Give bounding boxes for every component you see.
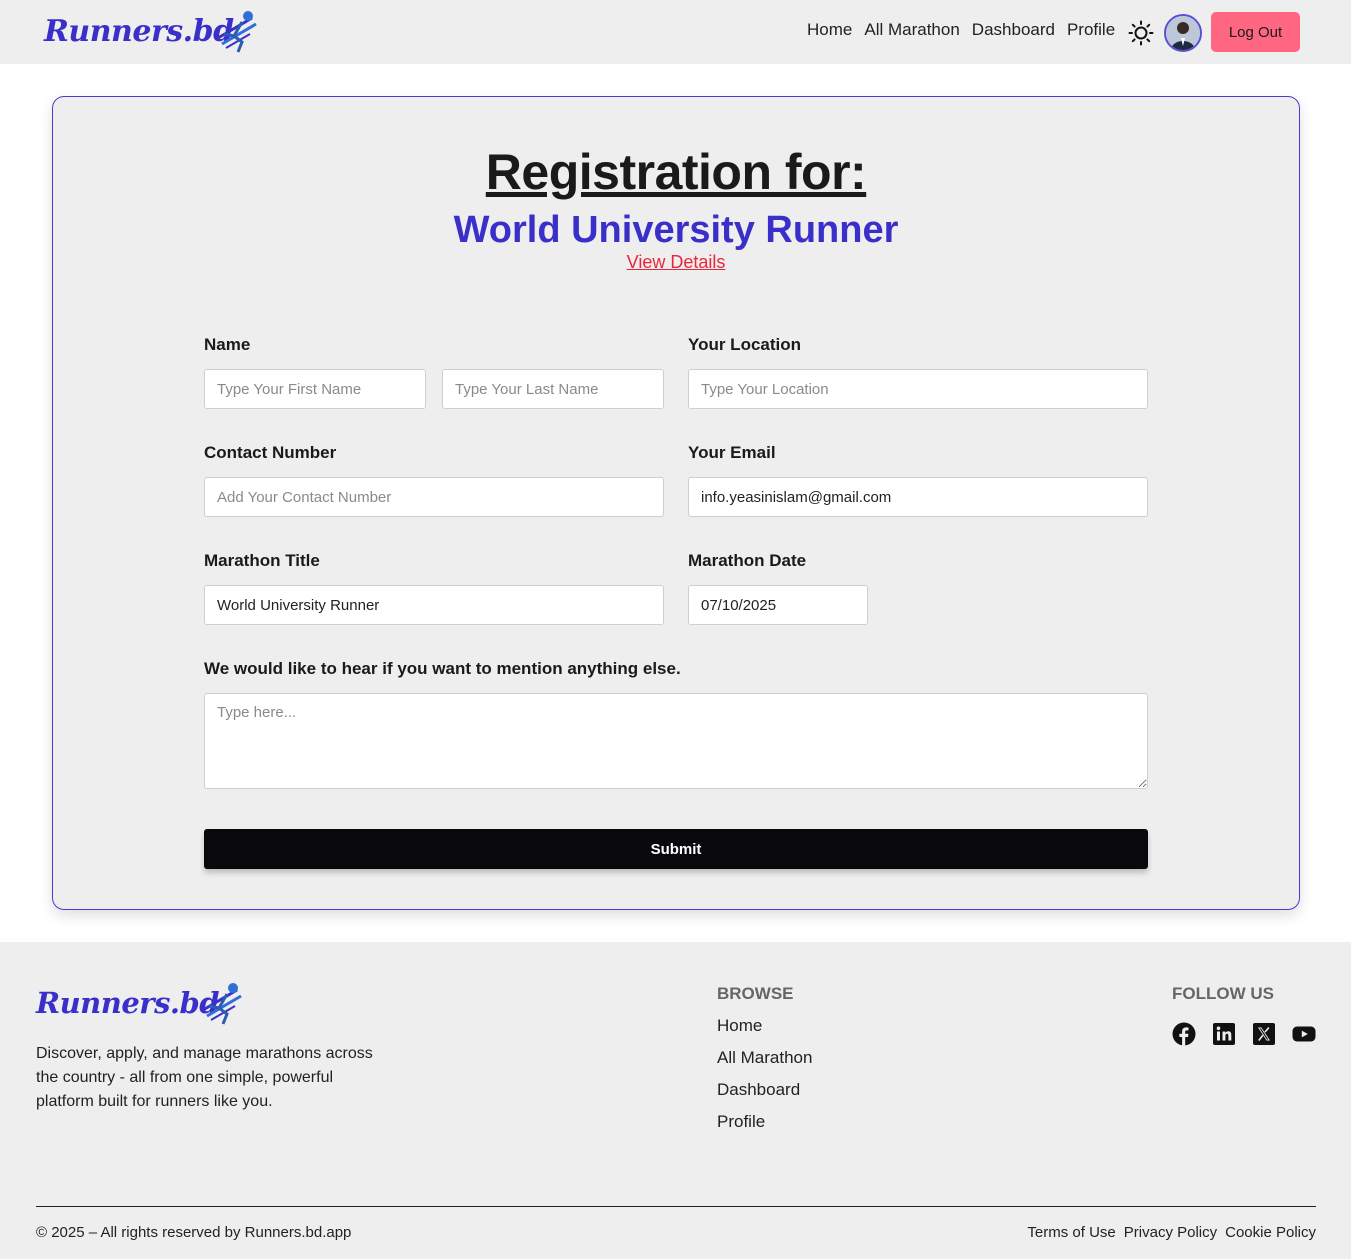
- footer-logo-text: Runners.bd: [36, 986, 220, 1020]
- footer-link-dashboard[interactable]: Dashboard: [717, 1080, 812, 1112]
- runner-logo-icon: [202, 983, 242, 1025]
- navbar: Runners.bd Home All Marathon Dashboard P…: [0, 0, 1351, 64]
- message-label: We would like to hear if you want to men…: [204, 659, 681, 678]
- marathon-name-heading: World University Runner: [453, 209, 899, 251]
- main-nav: Home All Marathon Dashboard Profile: [807, 20, 1115, 40]
- footer-link-all-marathon[interactable]: All Marathon: [717, 1048, 812, 1080]
- runner-logo-icon: [216, 11, 257, 53]
- footer-logo[interactable]: Runners.bd: [36, 980, 245, 1026]
- name-label: Name: [204, 335, 251, 354]
- last-name-input[interactable]: [442, 369, 664, 409]
- marathon-date-label: Marathon Date: [688, 551, 807, 570]
- logo-text: Runners.bd: [44, 13, 234, 49]
- footer-link-home[interactable]: Home: [717, 1016, 812, 1048]
- page-title: Registration for:: [485, 144, 867, 200]
- footer-description: Discover, apply, and manage marathons ac…: [36, 1045, 373, 1110]
- footer-divider: [36, 1206, 1316, 1207]
- location-input[interactable]: [688, 369, 1148, 409]
- email-label: Your Email: [688, 443, 776, 462]
- header-logo[interactable]: Runners.bd: [44, 8, 260, 54]
- facebook-icon[interactable]: [1172, 1022, 1196, 1046]
- legal-links: Terms of Use Privacy Policy Cookie Polic…: [1027, 1224, 1316, 1241]
- sun-icon[interactable]: [1128, 20, 1154, 46]
- marathon-date-input[interactable]: [688, 585, 868, 625]
- marathon-title-label: Marathon Title: [204, 551, 320, 570]
- marathon-title-input[interactable]: [204, 585, 664, 625]
- nav-dashboard[interactable]: Dashboard: [972, 20, 1055, 40]
- privacy-link[interactable]: Privacy Policy: [1124, 1224, 1217, 1241]
- terms-link[interactable]: Terms of Use: [1027, 1224, 1115, 1241]
- follow-heading: FOLLOW US: [1172, 984, 1274, 1003]
- footer-link-profile[interactable]: Profile: [717, 1112, 812, 1144]
- cookie-link[interactable]: Cookie Policy: [1225, 1224, 1316, 1241]
- logout-button[interactable]: Log Out: [1211, 12, 1300, 52]
- x-icon[interactable]: [1252, 1022, 1276, 1046]
- nav-profile[interactable]: Profile: [1067, 20, 1115, 40]
- submit-button[interactable]: Submit: [204, 829, 1148, 869]
- copyright-text: © 2025 – All rights reserved by Runners.…: [36, 1224, 352, 1241]
- nav-all-marathon[interactable]: All Marathon: [864, 20, 959, 40]
- contact-label: Contact Number: [204, 443, 337, 462]
- avatar[interactable]: [1164, 14, 1202, 52]
- location-label: Your Location: [688, 335, 802, 354]
- footer: Runners.bd Discover, apply, and manage m…: [0, 942, 1351, 1259]
- message-textarea[interactable]: [204, 693, 1148, 789]
- youtube-icon[interactable]: [1292, 1022, 1316, 1046]
- contact-input[interactable]: [204, 477, 664, 517]
- email-input[interactable]: [688, 477, 1148, 517]
- browse-links: Home All Marathon Dashboard Profile: [717, 1016, 812, 1144]
- browse-heading: BROWSE: [717, 984, 794, 1003]
- view-details-link[interactable]: View Details: [627, 252, 726, 272]
- linkedin-icon[interactable]: [1212, 1022, 1236, 1046]
- registration-card: Registration for: World University Runne…: [52, 96, 1300, 910]
- nav-home[interactable]: Home: [807, 20, 852, 40]
- user-photo-icon: [1166, 16, 1200, 50]
- view-details-wrapper: View Details: [53, 252, 1299, 273]
- social-links: [1172, 1022, 1316, 1046]
- first-name-input[interactable]: [204, 369, 426, 409]
